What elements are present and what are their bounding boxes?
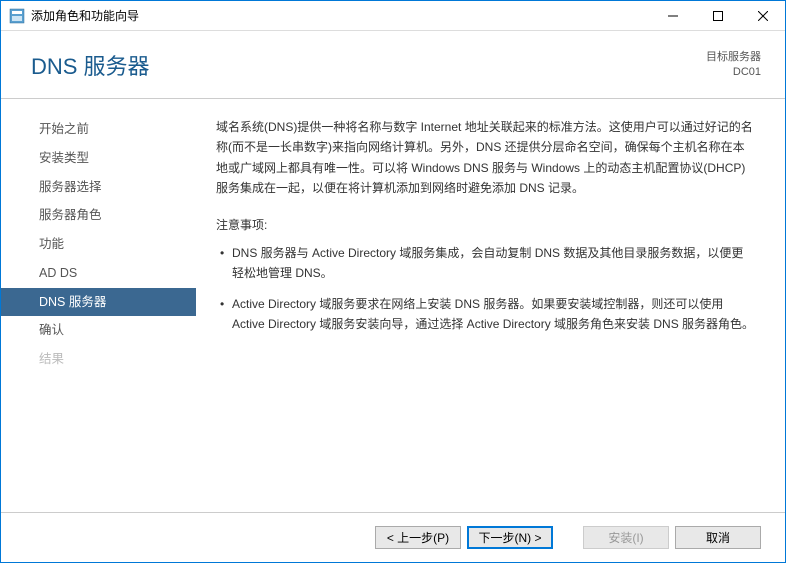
target-info: 目标服务器 DC01 (706, 50, 761, 79)
wizard-icon (9, 8, 25, 24)
nav-results: 结果 (1, 345, 196, 374)
install-button: 安装(I) (583, 526, 669, 549)
note-item: DNS 服务器与 Active Directory 域服务集成，会自动复制 DN… (220, 243, 755, 284)
minimize-button[interactable] (650, 1, 695, 30)
target-name: DC01 (706, 65, 761, 79)
notes-heading: 注意事项: (216, 215, 755, 235)
header: DNS 服务器 目标服务器 DC01 (1, 31, 785, 99)
nav-ad-ds[interactable]: AD DS (1, 259, 196, 288)
window-controls (650, 1, 785, 30)
nav-server-selection[interactable]: 服务器选择 (1, 173, 196, 202)
content: 开始之前 安装类型 服务器选择 服务器角色 功能 AD DS DNS 服务器 确… (1, 99, 785, 512)
nav-features[interactable]: 功能 (1, 230, 196, 259)
close-button[interactable] (740, 1, 785, 30)
description-text: 域名系统(DNS)提供一种将名称与数字 Internet 地址关联起来的标准方法… (216, 117, 755, 199)
nav-server-roles[interactable]: 服务器角色 (1, 201, 196, 230)
sidebar: 开始之前 安装类型 服务器选择 服务器角色 功能 AD DS DNS 服务器 确… (1, 99, 196, 512)
main-pane: 域名系统(DNS)提供一种将名称与数字 Internet 地址关联起来的标准方法… (196, 99, 785, 512)
next-button[interactable]: 下一步(N) > (467, 526, 553, 549)
cancel-button[interactable]: 取消 (675, 526, 761, 549)
note-item: Active Directory 域服务要求在网络上安装 DNS 服务器。如果要… (220, 294, 755, 335)
titlebar: 添加角色和功能向导 (1, 1, 785, 31)
nav-install-type[interactable]: 安装类型 (1, 144, 196, 173)
window-title: 添加角色和功能向导 (31, 7, 650, 24)
notes-list: DNS 服务器与 Active Directory 域服务集成，会自动复制 DN… (216, 243, 755, 335)
maximize-button[interactable] (695, 1, 740, 30)
target-label: 目标服务器 (706, 50, 761, 64)
nav-before-begin[interactable]: 开始之前 (1, 115, 196, 144)
nav-confirmation[interactable]: 确认 (1, 316, 196, 345)
page-title: DNS 服务器 (31, 49, 706, 81)
nav-dns-server[interactable]: DNS 服务器 (1, 288, 196, 317)
footer: < 上一步(P) 下一步(N) > 安装(I) 取消 (1, 512, 785, 562)
previous-button[interactable]: < 上一步(P) (375, 526, 461, 549)
